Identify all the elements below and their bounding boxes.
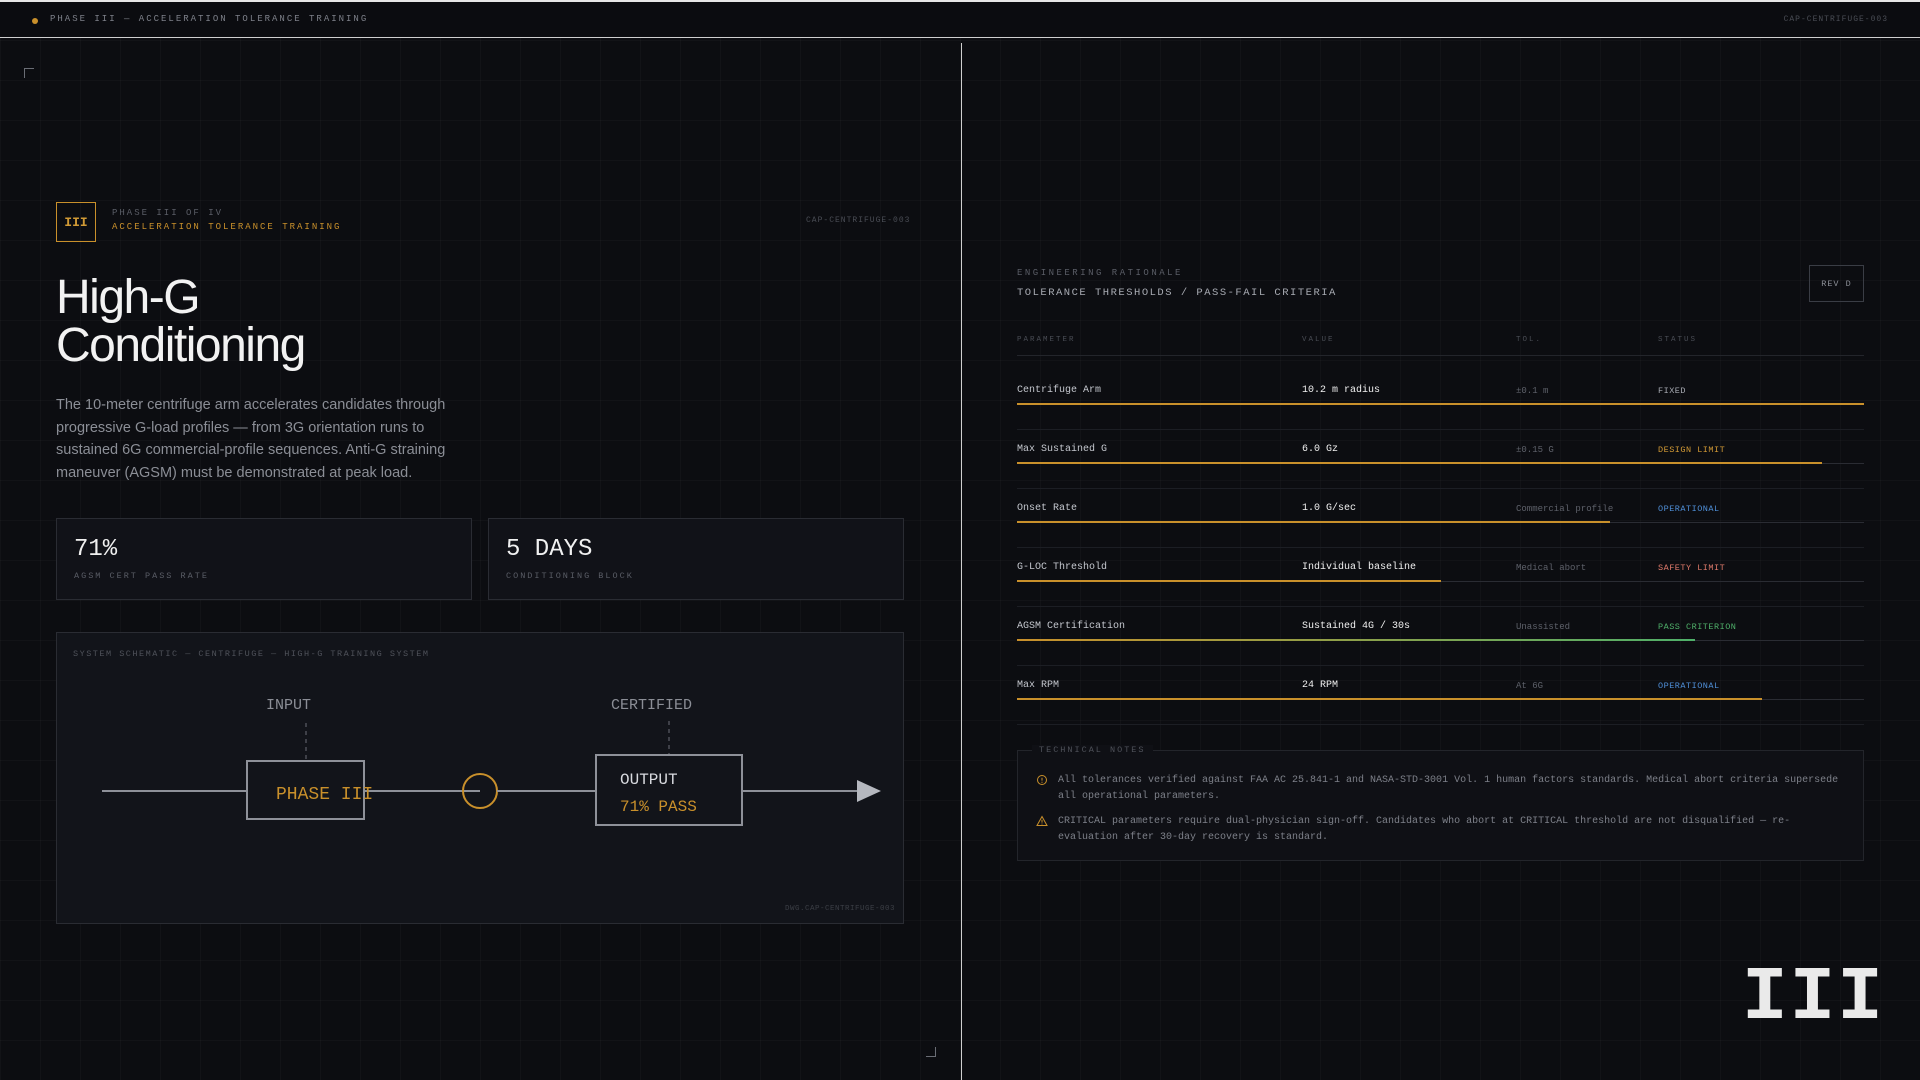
drawing-code: DWG.CAP-CENTRIFUGE-003 [784, 905, 895, 913]
tolerance-cell: Medical abort [1516, 563, 1587, 573]
progress-fill [1017, 521, 1610, 523]
stat-card-conditioning-block: 5 DAYS CONDITIONING BLOCK [488, 518, 904, 600]
output-title: OUTPUT [620, 771, 678, 789]
progress-fill [1017, 639, 1695, 641]
topbar-title: PHASE III — ACCELERATION TOLERANCE TRAIN… [50, 14, 369, 24]
parameter-cell: Centrifuge Arm [1017, 385, 1102, 396]
phase-box-label: PHASE III [276, 785, 373, 805]
revision-badge: REV D [1809, 265, 1864, 302]
parameter-cell: Max RPM [1017, 680, 1060, 691]
document-code: CAP-CENTRIFUGE-003 [806, 216, 911, 225]
status-cell: SAFETY LIMIT [1658, 563, 1726, 573]
notes-title: TECHNICAL NOTES [1032, 745, 1153, 755]
value-cell: 1.0 G/sec [1302, 503, 1357, 514]
value-cell: Sustained 4G / 30s [1302, 621, 1411, 632]
progress-fill [1017, 580, 1441, 582]
value-cell: 24 RPM [1302, 680, 1339, 691]
table-row: Max RPM 24 RPM At 6G OPERATIONAL [1017, 666, 1864, 725]
table-row: Max Sustained G 6.0 Gz ±0.15 G DESIGN LIMIT [1017, 430, 1864, 489]
value-cell: 6.0 Gz [1302, 444, 1339, 455]
column-header: PARAMETER [1017, 336, 1076, 344]
status-cell: OPERATIONAL [1658, 504, 1720, 514]
system-schematic: SYSTEM SCHEMATIC — CENTRIFUGE — HIGH-G T… [56, 632, 904, 924]
stat-value: 5 DAYS [506, 536, 593, 563]
output-value: 71% PASS [620, 798, 697, 816]
arrow-right-icon [857, 780, 881, 802]
topbar-code: CAP-CENTRIFUGE-003 [1783, 15, 1888, 24]
tolerance-cell: Unassisted [1516, 622, 1571, 632]
table-row: G-LOC Threshold Individual baseline Medica… [1017, 548, 1864, 607]
stat-value: 71% [74, 536, 118, 563]
tolerance-cell: At 6G [1516, 681, 1544, 691]
tolerance-cell: Commercial profile [1516, 504, 1614, 514]
note-text: CRITICAL parameters require dual-physici… [1058, 816, 1791, 843]
stat-card-pass-rate: 71% AGSM CERT PASS RATE [56, 518, 472, 600]
parameter-cell: AGSM Certification [1017, 621, 1126, 632]
section-label: ENGINEERING RATIONALE [1017, 268, 1183, 278]
note-item: CRITICAL parameters require dual-physici… [1036, 814, 1846, 846]
info-circle-icon [1037, 775, 1047, 785]
note-text: All tolerances verified against FAA AC 2… [1058, 775, 1839, 802]
page-title-line: Conditioning [56, 319, 306, 372]
phase-numeral: III [1742, 955, 1885, 1041]
progress-fill [1017, 698, 1763, 700]
stat-label: CONDITIONING BLOCK [506, 571, 634, 581]
panel-divider [961, 43, 962, 1080]
corner-mark-icon [926, 1047, 936, 1057]
section-title: TOLERANCE THRESHOLDS / PASS-FAIL CRITERI… [1017, 287, 1337, 299]
status-cell: OPERATIONAL [1658, 681, 1720, 691]
tolerance-cell: ±0.15 G [1516, 445, 1554, 455]
table-row: Onset Rate 1.0 G/sec Commercial profile OPE… [1017, 489, 1864, 548]
page-title: High-G Conditioning [56, 274, 656, 370]
parameter-cell: G-LOC Threshold [1017, 562, 1108, 573]
page-title-line: High-G [56, 271, 201, 324]
progress-fill [1017, 403, 1864, 405]
phase-of-label: PHASE III OF IV [112, 208, 224, 218]
value-cell: Individual baseline [1302, 562, 1417, 573]
warning-triangle-icon [1036, 815, 1048, 826]
corner-mark-icon [24, 68, 34, 78]
tolerance-cell: ±0.1 m [1516, 386, 1549, 396]
table-header: PARAMETER VALUE TOL. STATUS [1017, 336, 1864, 356]
description: The 10-meter centrifuge arm accelerates … [56, 397, 446, 481]
status-cell: PASS CRITERION [1658, 622, 1737, 632]
column-header: VALUE [1302, 336, 1335, 344]
value-cell: 10.2 m radius [1302, 385, 1381, 396]
certified-label: CERTIFIED [611, 697, 692, 714]
schematic-diagram: INPUT CERTIFIED PHASE III OUTPUT 71% PAS… [102, 697, 881, 826]
parameter-cell: Onset Rate [1017, 503, 1078, 514]
phase-badge: III [56, 202, 96, 242]
parameter-cell: Max Sustained G [1017, 444, 1108, 455]
technical-notes: TECHNICAL NOTES All tolerances verified … [1017, 745, 1864, 861]
table-row: AGSM Certification Sustained 4G / 30s Unas… [1017, 607, 1864, 666]
input-label: INPUT [266, 697, 311, 714]
column-header: TOL. [1516, 336, 1543, 344]
table-row: Centrifuge Arm 10.2 m radius ±0.1 m FIXED [1017, 371, 1864, 430]
progress-fill [1017, 462, 1822, 464]
top-bar: PHASE III — ACCELERATION TOLERANCE TRAIN… [0, 0, 1920, 38]
stat-label: AGSM CERT PASS RATE [74, 571, 209, 581]
column-header: STATUS [1658, 336, 1698, 344]
status-cell: FIXED [1658, 386, 1687, 396]
status-dot-icon [32, 18, 38, 24]
note-item: All tolerances verified against FAA AC 2… [1036, 773, 1846, 805]
status-cell: DESIGN LIMIT [1658, 445, 1726, 455]
phase-name-label: ACCELERATION TOLERANCE TRAINING [112, 222, 342, 232]
